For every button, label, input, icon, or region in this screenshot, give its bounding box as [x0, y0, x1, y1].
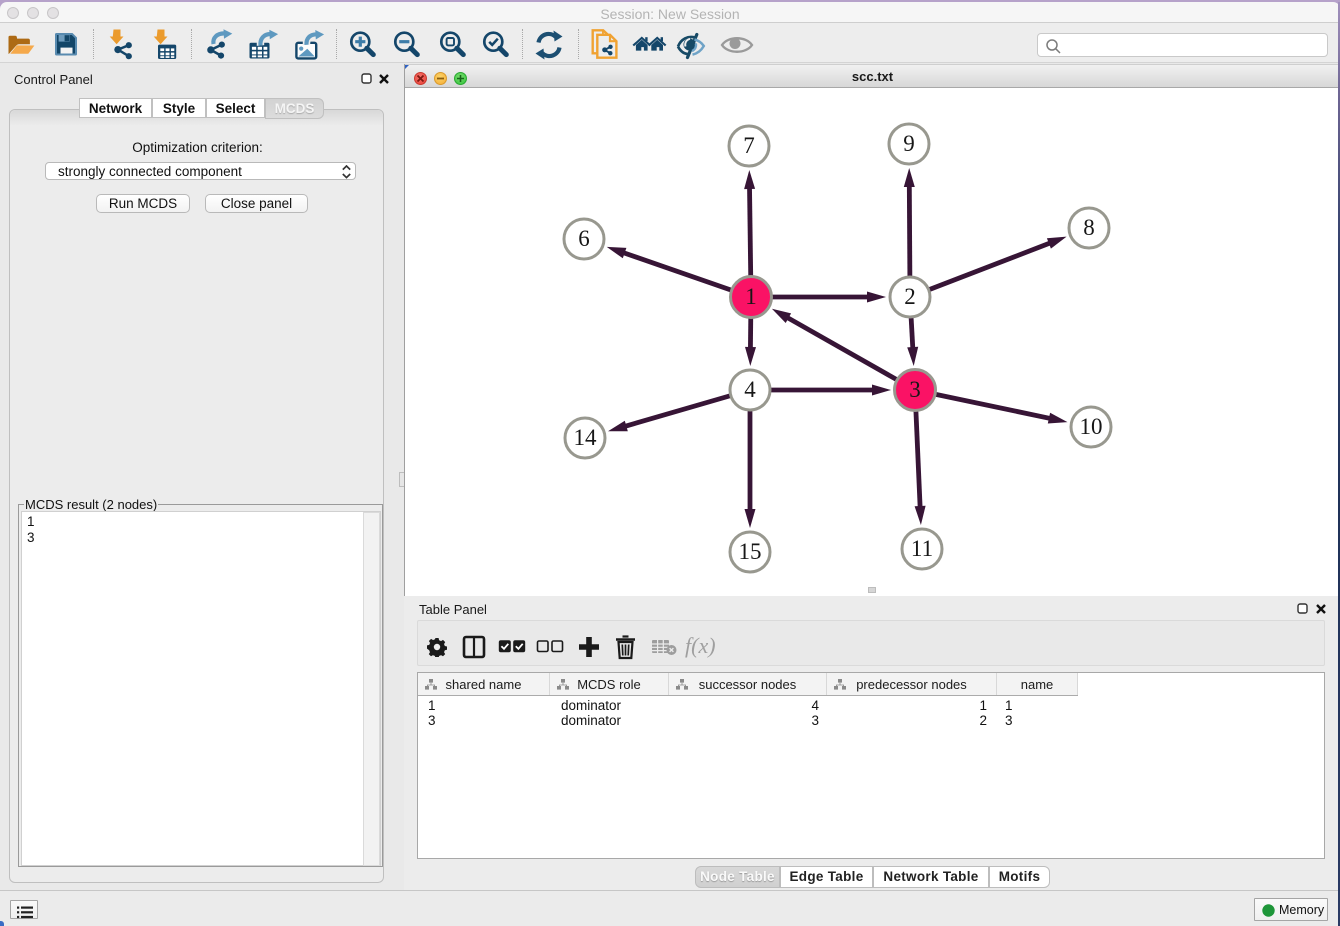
svg-text:11: 11 — [911, 536, 933, 561]
svg-text:9: 9 — [903, 131, 915, 156]
svg-text:1: 1 — [745, 284, 757, 309]
svg-text:6: 6 — [578, 226, 590, 251]
svg-text:3: 3 — [909, 377, 921, 402]
svg-text:15: 15 — [739, 539, 762, 564]
svg-text:4: 4 — [744, 377, 756, 402]
svg-text:14: 14 — [574, 425, 598, 450]
svg-text:7: 7 — [743, 133, 755, 158]
svg-text:2: 2 — [904, 284, 916, 309]
svg-text:8: 8 — [1083, 215, 1095, 240]
svg-text:10: 10 — [1080, 414, 1103, 439]
